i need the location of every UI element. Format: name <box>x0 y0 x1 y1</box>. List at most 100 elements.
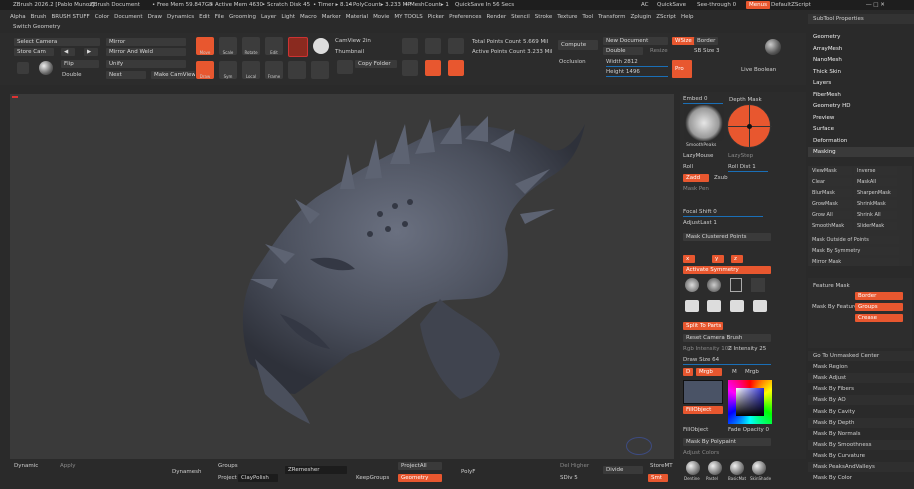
menu-zplugin[interactable]: Zplugin <box>630 14 651 20</box>
menu-stencil[interactable]: Stencil <box>511 14 530 20</box>
subpalette-layers[interactable]: Layers <box>808 78 914 88</box>
mask-list-item[interactable]: Mask By Depth <box>808 417 914 428</box>
menu-texture[interactable]: Texture <box>557 14 577 20</box>
menu-zscript[interactable]: ZScript <box>656 14 676 20</box>
scale-tool-icon[interactable]: Scale <box>219 37 237 55</box>
subpalette-thick-skin[interactable]: Thick Skin <box>808 67 914 77</box>
menu-alpha[interactable]: Alpha <box>10 14 26 20</box>
menu-layer[interactable]: Layer <box>261 14 276 20</box>
mask-list-item[interactable]: Mask PeaksAndValleys <box>808 462 914 472</box>
material-sphere-icon[interactable] <box>686 461 700 475</box>
reset-camera-button[interactable]: Reset Camera Brush <box>683 334 771 342</box>
material-sphere-icon[interactable] <box>708 461 722 475</box>
subpalette-deformation[interactable]: Deformation <box>808 136 914 146</box>
menus-button[interactable]: Menus <box>746 1 770 9</box>
menu-material[interactable]: Material <box>346 14 368 20</box>
groups-button[interactable]: Groups <box>218 462 238 470</box>
secondary-color-swatch[interactable] <box>683 380 723 404</box>
mask-maskall-button[interactable]: MaskAll <box>854 178 897 186</box>
mask-grow-all-button[interactable]: Grow All <box>809 211 852 219</box>
mask-clear-button[interactable]: Clear <box>809 178 852 186</box>
mask-by-polypaint-button[interactable]: Mask By Polypaint <box>683 438 771 446</box>
mask-inverse-button[interactable]: Inverse <box>854 167 897 175</box>
copy-folder-button[interactable]: Copy Folder <box>355 60 397 68</box>
menu-transform[interactable]: Transform <box>598 14 625 20</box>
menu-dynamics[interactable]: Dynamics <box>167 14 194 20</box>
menu-stroke[interactable]: Stroke <box>535 14 553 20</box>
make-camview-button[interactable]: Make CamView <box>151 71 195 79</box>
live-boolean-icon[interactable] <box>765 39 781 55</box>
folder-icon[interactable] <box>402 38 418 54</box>
double-label[interactable]: Double <box>62 71 82 79</box>
y-sym-button[interactable]: y <box>712 255 724 263</box>
mask-option-0[interactable]: Mask Outside of Points <box>809 236 899 244</box>
live-boolean-button[interactable]: Live Boolean <box>741 66 776 74</box>
subpalette-masking[interactable]: Masking <box>808 147 914 157</box>
split-to-parts-button[interactable]: Split To Parts <box>683 322 723 330</box>
menu-render[interactable]: Render <box>487 14 507 20</box>
edit-tool-icon[interactable]: Edit <box>265 37 283 55</box>
menu-macro[interactable]: Macro <box>300 14 317 20</box>
draw-tool-icon[interactable]: Draw <box>196 61 214 79</box>
mask-list-item[interactable]: Mask By Smoothness <box>808 439 914 450</box>
mask-smoothmask-button[interactable]: SmoothMask <box>809 222 852 230</box>
pro-button[interactable]: Pro <box>672 60 692 78</box>
dynamesh-button[interactable]: Dynamesh <box>172 468 201 476</box>
draw-size-slider[interactable]: Draw Size 64 <box>683 356 719 364</box>
mask-list-item[interactable]: Mask By Curvature <box>808 451 914 461</box>
select-camera-button[interactable]: Select Camera <box>14 38 100 46</box>
rgb-intensity-label[interactable]: Rgb Intensity 100 <box>683 345 732 353</box>
lazystep-slider[interactable]: LazyStep <box>728 152 753 160</box>
mask-list-item[interactable]: Mask By Color <box>808 473 914 483</box>
sculptris-icon[interactable] <box>685 300 699 312</box>
mask-pen-label[interactable]: Mask Pen <box>683 185 709 193</box>
menu-tool[interactable]: Tool <box>582 14 593 20</box>
adjust-last-slider[interactable]: AdjustLast 1 <box>683 219 717 227</box>
fill-object-label[interactable]: FillObject <box>683 426 708 434</box>
transp-icon[interactable] <box>448 38 464 54</box>
seethrough-slider[interactable]: See-through 0 <box>697 1 736 9</box>
subtool-properties-header[interactable]: SubTool Properties <box>808 14 914 24</box>
mask-growmask-button[interactable]: GrowMask <box>809 200 852 208</box>
occlusion-label[interactable]: Occlusion <box>559 58 586 66</box>
mrgb-button[interactable]: Mrgb <box>696 368 722 376</box>
next-arrow-button[interactable]: ▶ <box>84 48 98 56</box>
mask-list-item[interactable]: Mask By Normals <box>808 429 914 439</box>
height-slider-bar[interactable] <box>606 76 668 77</box>
menu-document[interactable]: Document <box>114 14 143 20</box>
roll-dist-slider[interactable]: Roll Dist 1 <box>728 163 756 171</box>
mask-shrink-all-button[interactable]: Shrink All <box>854 211 897 219</box>
new-document-button[interactable]: New Document <box>603 37 668 45</box>
subpalette-arraymesh[interactable]: ArrayMesh <box>808 44 914 54</box>
material-sphere-icon[interactable] <box>730 461 744 475</box>
focal-shift-bar[interactable] <box>683 216 763 217</box>
polyf-icon[interactable] <box>402 60 418 76</box>
lasso-icon[interactable] <box>730 278 742 292</box>
prev-button[interactable]: ◀ <box>61 48 75 56</box>
keepgroups-button[interactable]: KeepGroups <box>356 474 389 482</box>
poly-f-button[interactable]: PolyF <box>461 468 475 476</box>
dynamic-label[interactable]: Dynamic <box>14 462 38 470</box>
subpalette-preview[interactable]: Preview <box>808 113 914 123</box>
sym-tool-icon[interactable]: Sym <box>219 61 237 79</box>
roll-dist-bar[interactable] <box>728 171 768 172</box>
apply-button[interactable]: Apply <box>60 462 76 470</box>
mask-option-2[interactable]: Mirror Mask <box>809 258 899 266</box>
embed-slider[interactable]: Embed 0 <box>683 95 707 103</box>
store-mt-button[interactable]: StoreMT <box>650 462 673 470</box>
rotate-tool-icon[interactable]: Rotate <box>242 37 260 55</box>
mask-list-item[interactable]: Mask Adjust <box>808 373 914 384</box>
frame-tool-icon[interactable]: Frame <box>265 61 283 79</box>
menu-file[interactable]: File <box>215 14 224 20</box>
x-sym-button[interactable]: x <box>683 255 695 263</box>
sb-size-slider[interactable]: SB Size 3 <box>694 47 720 55</box>
mask-border-button[interactable]: Border <box>855 292 903 300</box>
depth-mask-widget[interactable] <box>727 104 772 149</box>
window-controls[interactable]: ― □ ✕ <box>866 1 885 9</box>
subpalette-geometry[interactable]: Geometry <box>808 32 914 42</box>
menu-grooming[interactable]: Grooming <box>229 14 256 20</box>
material-sphere-icon[interactable] <box>752 461 766 475</box>
ghost-icon[interactable] <box>425 60 441 76</box>
mask-clustered-button[interactable]: Mask Clustered Points <box>683 233 771 241</box>
camview-head-icon[interactable] <box>337 60 353 74</box>
